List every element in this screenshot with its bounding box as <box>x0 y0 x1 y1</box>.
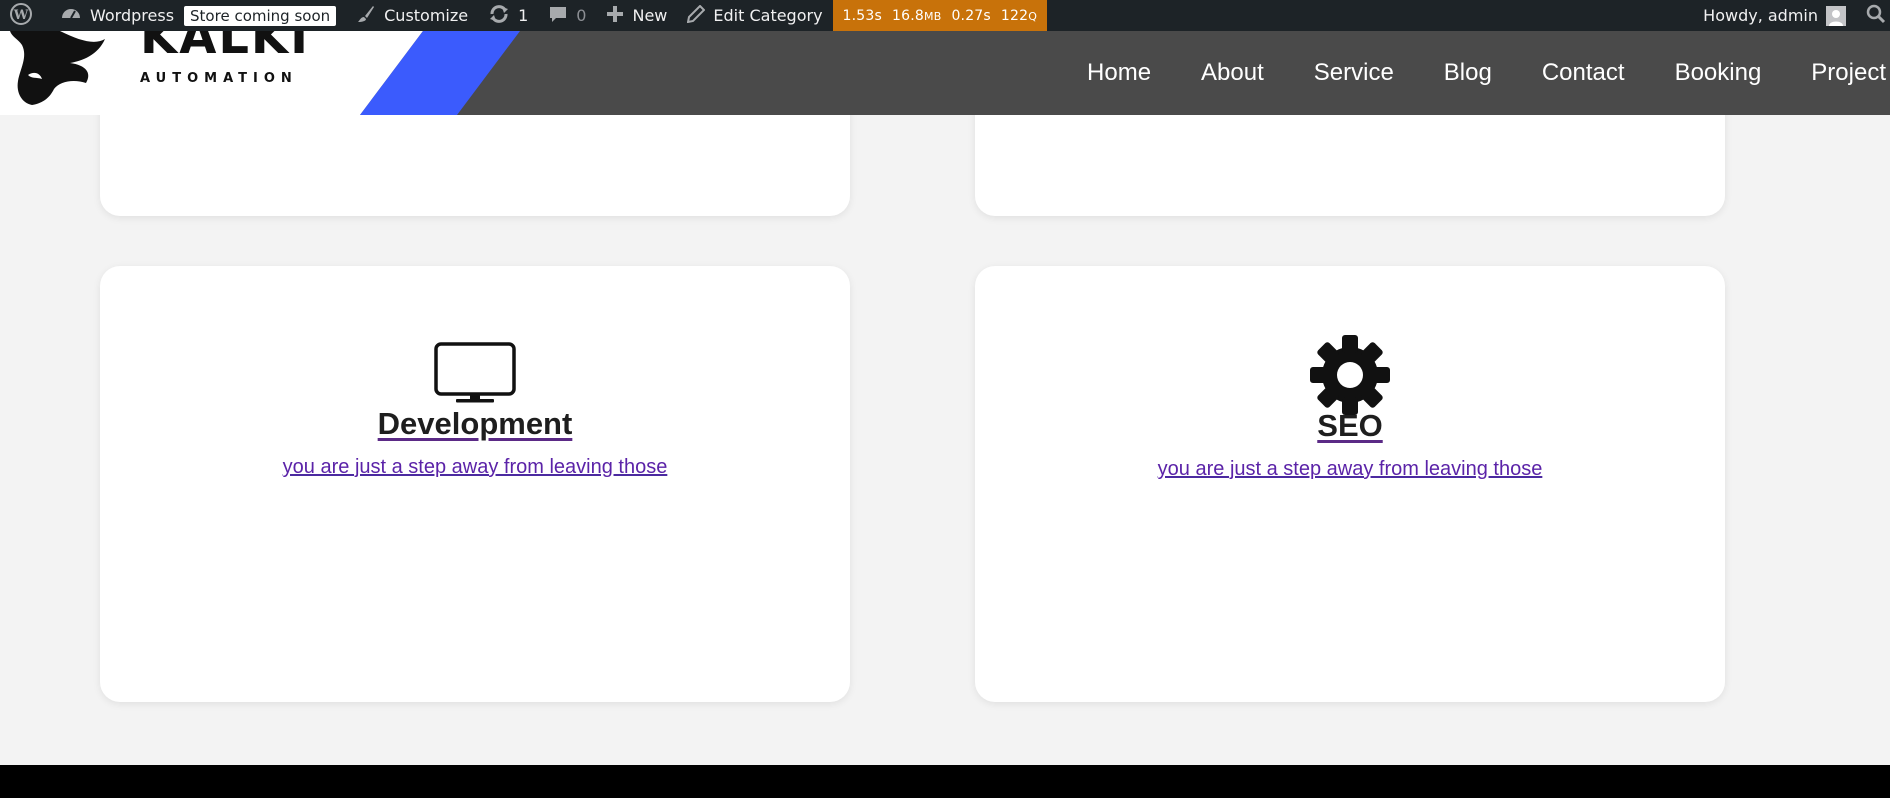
site-name-menu[interactable]: Wordpress Store coming soon <box>50 0 346 31</box>
edit-category-link[interactable]: Edit Category <box>677 0 832 31</box>
my-account-menu[interactable]: Howdy, admin <box>1693 0 1860 31</box>
customize-link[interactable]: Customize <box>346 0 478 31</box>
updates-icon <box>488 4 518 28</box>
nav-contact[interactable]: Contact <box>1542 59 1625 87</box>
service-card-seo: SEO you are just a step away from leavin… <box>975 266 1725 702</box>
gear-icon <box>975 334 1725 416</box>
nav-service[interactable]: Service <box>1314 59 1394 87</box>
nav-home[interactable]: Home <box>1087 59 1151 87</box>
pencil-icon <box>687 4 713 27</box>
qm-time: 1.53s <box>842 7 883 24</box>
updates-count: 1 <box>518 6 529 25</box>
comment-icon <box>548 4 576 28</box>
avatar <box>1826 5 1854 26</box>
plus-icon <box>606 5 632 27</box>
service-card-development: Development you are just a step away fro… <box>100 266 850 702</box>
card-description[interactable]: you are just a step away from leaving th… <box>975 458 1725 481</box>
brand-tagline: AUTOMATION <box>140 71 298 86</box>
updates-link[interactable]: 1 <box>478 0 538 31</box>
new-label: New <box>632 6 668 25</box>
card-description-link[interactable]: you are just a step away from leaving th… <box>283 456 668 478</box>
query-monitor[interactable]: 1.53s 16.8MB 0.27s 122Q <box>832 0 1048 31</box>
site-header: KALKI AUTOMATION Home About Service Blog… <box>0 31 1890 115</box>
card-title[interactable]: SEO <box>1317 408 1382 444</box>
comments-count: 0 <box>576 6 587 25</box>
brand-name: KALKI <box>140 31 310 65</box>
nav-booking[interactable]: Booking <box>1675 59 1762 87</box>
svg-text:W: W <box>13 8 29 23</box>
site-name: Wordpress <box>90 6 175 25</box>
main-nav: Home About Service Blog Contact Booking … <box>1037 31 1890 115</box>
comments-link[interactable]: 0 <box>538 0 596 31</box>
qm-db-time: 0.27s <box>951 7 991 24</box>
dashboard-icon <box>60 3 90 29</box>
nav-project[interactable]: Project <box>1811 59 1886 87</box>
new-content-link[interactable]: New <box>596 0 677 31</box>
qm-queries: 122Q <box>1000 7 1038 24</box>
card-description[interactable]: you are just a step away from leaving th… <box>100 456 850 479</box>
site-logo[interactable]: KALKI AUTOMATION <box>0 31 520 115</box>
card-title[interactable]: Development <box>378 406 573 442</box>
admin-search[interactable] <box>1860 0 1890 31</box>
customize-label: Customize <box>384 6 469 25</box>
edit-category-label: Edit Category <box>713 6 823 25</box>
card-description-link[interactable]: you are just a step away from leaving th… <box>1158 458 1543 480</box>
nav-about[interactable]: About <box>1201 59 1264 87</box>
brush-icon <box>356 4 384 28</box>
monitor-icon <box>100 342 850 404</box>
store-coming-soon-badge[interactable]: Store coming soon <box>184 5 337 26</box>
howdy-label: Howdy, admin <box>1703 6 1818 25</box>
nav-blog[interactable]: Blog <box>1444 59 1492 87</box>
qm-memory: 16.8MB <box>892 7 942 24</box>
wordpress-logo-icon: W <box>10 2 40 29</box>
search-icon <box>1866 4 1886 28</box>
site-footer <box>0 765 1890 798</box>
admin-bar: W Wordpress Store coming soon Customize … <box>0 0 1890 31</box>
wp-logo-menu[interactable]: W <box>0 0 50 31</box>
